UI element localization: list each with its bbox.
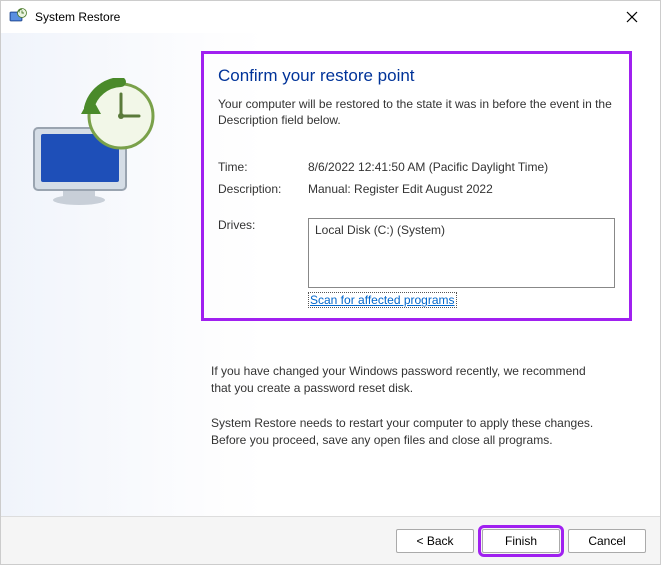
description-row: Description: Manual: Register Edit Augus… bbox=[218, 182, 615, 196]
drives-row: Drives: Local Disk (C:) (System) bbox=[218, 218, 615, 288]
close-button[interactable] bbox=[612, 3, 652, 31]
button-bar: < Back Finish Cancel bbox=[1, 516, 660, 564]
close-icon bbox=[626, 11, 638, 23]
page-heading: Confirm your restore point bbox=[218, 66, 615, 86]
window-title: System Restore bbox=[35, 10, 612, 24]
sidebar bbox=[1, 33, 191, 516]
restore-monitor-icon bbox=[31, 78, 166, 208]
system-restore-icon bbox=[9, 8, 27, 26]
drives-list: Local Disk (C:) (System) bbox=[308, 218, 615, 288]
finish-button[interactable]: Finish bbox=[482, 529, 560, 553]
time-row: Time: 8/6/2022 12:41:50 AM (Pacific Dayl… bbox=[218, 160, 615, 174]
titlebar: System Restore bbox=[1, 1, 660, 33]
cancel-button[interactable]: Cancel bbox=[568, 529, 646, 553]
drives-label: Drives: bbox=[218, 218, 308, 232]
restart-note: System Restore needs to restart your com… bbox=[201, 415, 632, 449]
time-label: Time: bbox=[218, 160, 308, 174]
intro-text: Your computer will be restored to the st… bbox=[218, 96, 615, 128]
system-restore-window: System Restore C bbox=[0, 0, 661, 565]
highlighted-section: Confirm your restore point Your computer… bbox=[201, 51, 632, 321]
main-content: Confirm your restore point Your computer… bbox=[191, 33, 660, 516]
time-value: 8/6/2022 12:41:50 AM (Pacific Daylight T… bbox=[308, 160, 615, 174]
description-label: Description: bbox=[218, 182, 308, 196]
back-button[interactable]: < Back bbox=[396, 529, 474, 553]
dialog-body: Confirm your restore point Your computer… bbox=[1, 33, 660, 516]
password-note: If you have changed your Windows passwor… bbox=[201, 363, 632, 397]
scan-link-row: Scan for affected programs bbox=[218, 292, 615, 308]
description-value: Manual: Register Edit August 2022 bbox=[308, 182, 615, 196]
scan-programs-link[interactable]: Scan for affected programs bbox=[308, 292, 457, 308]
drive-item: Local Disk (C:) (System) bbox=[315, 223, 608, 237]
